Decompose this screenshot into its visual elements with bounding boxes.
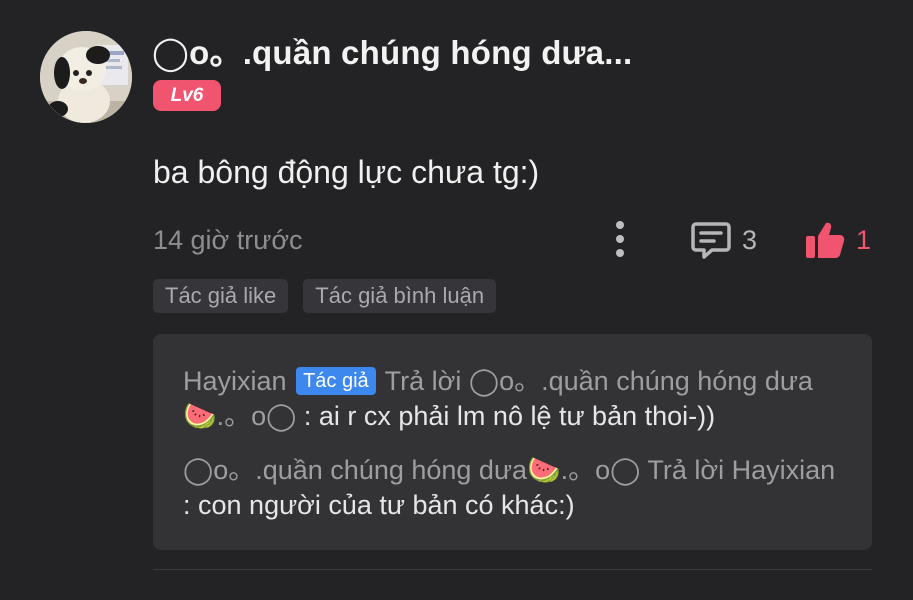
dot [616,221,624,229]
tag-author-liked: Tác giả like [153,279,289,313]
thumbs-up-icon [806,222,845,258]
reply-body: con người của tư bản có khác:) [198,490,575,520]
replies-box[interactable]: Hayixian Tác giả Trả lời ◯o。.quần chúng … [153,334,872,550]
author-badge: Tác giả [296,367,376,395]
reply-button[interactable]: 3 [690,218,757,262]
level-badge: Lv6 [153,80,221,111]
comment-tags: Tác giả like Tác giả bình luận [153,279,497,313]
dot [616,249,624,257]
comment-timestamp: 14 giờ trước [153,225,303,255]
reply-body: ai r cx phải lm nô lệ tư bản thoi-)) [318,401,716,431]
reply-count: 3 [742,224,758,255]
like-button[interactable]: 1 [804,218,871,262]
dot [616,235,624,243]
reply-separator: : [296,401,319,431]
comment-bubble-icon [691,222,731,259]
avatar[interactable] [40,31,132,123]
reply-separator: : [183,490,199,520]
like-count: 1 [856,224,872,255]
reply-item[interactable]: Hayixian Tác giả Trả lời ◯o。.quần chúng … [183,364,842,434]
comment-username[interactable]: ◯o。.quần chúng hóng dưa... [152,26,632,74]
reply-action: Trả lời [384,366,462,396]
reply-target[interactable]: Hayixian [732,455,836,485]
vertical-dots-icon[interactable] [605,218,635,260]
tag-author-commented: Tác giả bình luận [303,279,497,313]
comment-body: ba bông động lực chưa tg:) [153,154,540,190]
reply-author[interactable]: ◯o。.quần chúng hóng dưa🍉.。o◯ [183,455,640,485]
divider [153,569,872,570]
reply-author[interactable]: Hayixian [183,366,287,396]
reply-action: Trả lời [647,455,725,485]
plush-dog-avatar-image [40,31,132,123]
reply-item[interactable]: ◯o。.quần chúng hóng dưa🍉.。o◯ Trả lời Hay… [183,453,842,523]
